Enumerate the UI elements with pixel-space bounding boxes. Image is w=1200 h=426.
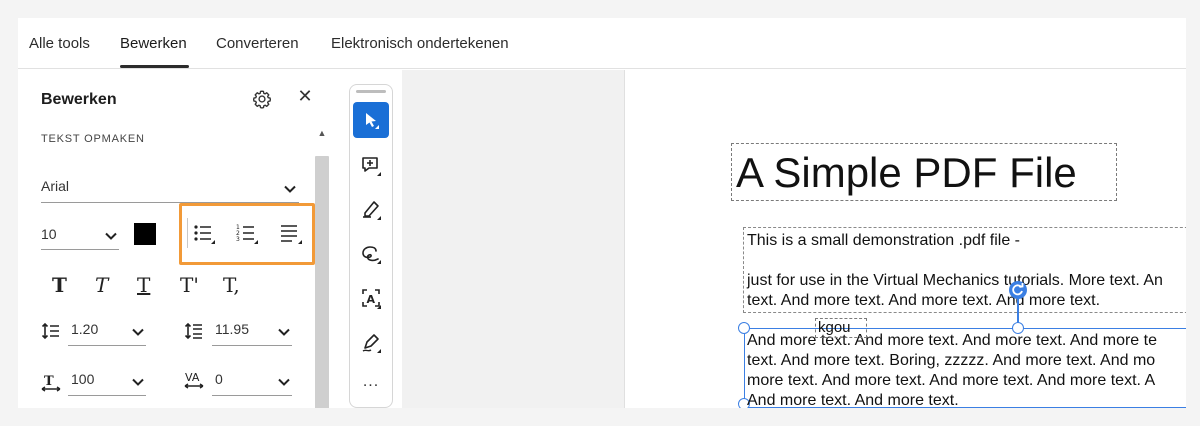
chevron-down-icon bbox=[284, 185, 296, 193]
toolbar-grip[interactable] bbox=[356, 90, 386, 93]
rotate-icon bbox=[1012, 283, 1024, 296]
horizontal-scale-icon: T bbox=[41, 374, 61, 392]
tab-bewerken[interactable]: Bewerken bbox=[120, 35, 187, 52]
list-format-group: 1 2 3 bbox=[179, 203, 315, 265]
paragraph-spacing-value: 11.95 bbox=[215, 321, 249, 337]
active-tab-indicator bbox=[120, 65, 189, 68]
more-tools-button[interactable]: ... bbox=[353, 373, 389, 393]
horizontal-scale-select[interactable]: 100 bbox=[68, 368, 146, 396]
sign-icon bbox=[362, 334, 381, 353]
tab-elektronisch-ondertekenen[interactable]: Elektronisch ondertekenen bbox=[331, 35, 509, 52]
font-size-select[interactable]: 10 bbox=[41, 222, 119, 250]
line-spacing-icon bbox=[41, 322, 59, 340]
text-line-2[interactable]: just for use in the Virtual Mechanics tu… bbox=[747, 271, 1163, 291]
chevron-down-icon bbox=[105, 232, 117, 240]
scroll-up-arrow-icon[interactable]: ▲ bbox=[317, 126, 327, 140]
highlight-pen-icon bbox=[363, 201, 381, 220]
pdf-title[interactable]: A Simple PDF File bbox=[736, 149, 1077, 197]
paragraph-spacing-select[interactable]: 11.95 bbox=[212, 318, 292, 346]
select-pointer-icon bbox=[366, 113, 379, 129]
svg-text:VA: VA bbox=[185, 371, 200, 384]
top-navigation: Alle tools Bewerken Converteren Elektron… bbox=[18, 18, 1186, 69]
character-spacing-icon: VA bbox=[184, 371, 204, 389]
svg-text:T: T bbox=[44, 374, 54, 389]
vertical-toolbar: A ... bbox=[349, 84, 393, 408]
character-spacing-value: 0 bbox=[215, 371, 223, 387]
section-label-text-format: TEKST OPMAKEN bbox=[41, 133, 145, 145]
divider bbox=[187, 218, 188, 248]
panel-title: Bewerken bbox=[41, 91, 117, 108]
text-line-3[interactable]: text. And more text. And more text. And … bbox=[747, 291, 1100, 311]
text-line-7[interactable]: And more text. And more text. bbox=[747, 391, 959, 408]
comment-tool-button[interactable] bbox=[353, 147, 389, 183]
canvas-background bbox=[402, 70, 624, 408]
svg-text:3: 3 bbox=[236, 236, 240, 243]
svg-text:A: A bbox=[367, 293, 376, 306]
inserted-text-box[interactable]: kgou bbox=[815, 318, 867, 338]
app-window: Alle tools Bewerken Converteren Elektron… bbox=[18, 18, 1186, 408]
font-family-select[interactable]: Arial bbox=[41, 175, 299, 203]
tab-converteren[interactable]: Converteren bbox=[216, 35, 299, 52]
font-family-value: Arial bbox=[41, 178, 70, 194]
tab-alle-tools[interactable]: Alle tools bbox=[29, 35, 90, 52]
rotate-handle[interactable] bbox=[1009, 281, 1027, 299]
chevron-down-icon bbox=[278, 328, 290, 336]
underline-button[interactable]: T bbox=[137, 273, 150, 297]
line-spacing-value: 1.20 bbox=[71, 321, 99, 337]
chevron-down-icon bbox=[132, 378, 144, 386]
bullet-list-icon[interactable] bbox=[193, 223, 217, 245]
pdf-page[interactable]: A Simple PDF File This is a small demons… bbox=[624, 70, 1186, 408]
numbered-list-icon[interactable]: 1 2 3 bbox=[236, 223, 260, 245]
draw-freehand-icon bbox=[362, 246, 381, 264]
chevron-down-icon bbox=[132, 328, 144, 336]
close-icon[interactable]: ✕ bbox=[296, 87, 314, 105]
text-line-5[interactable]: text. And more text. Boring, zzzzz. And … bbox=[747, 351, 1155, 371]
add-comment-icon bbox=[362, 157, 381, 176]
superscript-button[interactable]: T' bbox=[180, 273, 199, 297]
paragraph-spacing-icon bbox=[184, 322, 202, 340]
panel-scrollbar[interactable]: ▲ bbox=[315, 126, 329, 408]
character-spacing-select[interactable]: 0 bbox=[212, 368, 292, 396]
chevron-down-icon bbox=[278, 378, 290, 386]
edit-panel: Bewerken ✕ TEKST OPMAKEN ▲ Arial 10 1 2 … bbox=[18, 70, 334, 408]
scrollbar-thumb[interactable] bbox=[315, 156, 329, 408]
draw-tool-button[interactable] bbox=[353, 235, 389, 271]
title-text-box[interactable]: A Simple PDF File bbox=[731, 143, 1117, 201]
gear-icon[interactable] bbox=[251, 88, 273, 110]
highlight-tool-button[interactable] bbox=[353, 191, 389, 227]
align-left-icon[interactable] bbox=[280, 223, 304, 245]
text-color-swatch[interactable] bbox=[134, 223, 156, 245]
italic-button[interactable]: T bbox=[95, 273, 108, 297]
bold-button[interactable]: T bbox=[52, 273, 67, 297]
sign-tool-button[interactable] bbox=[353, 324, 389, 360]
horizontal-scale-value: 100 bbox=[71, 371, 95, 387]
font-size-value: 10 bbox=[41, 226, 57, 242]
text-line-6[interactable]: more text. And more text. And more text.… bbox=[747, 371, 1155, 391]
line-spacing-select[interactable]: 1.20 bbox=[68, 318, 146, 346]
text-recognition-tool-button[interactable]: A bbox=[353, 280, 389, 316]
subscript-button[interactable]: T, bbox=[223, 273, 240, 297]
text-recognition-icon: A bbox=[362, 289, 381, 309]
text-line-1[interactable]: This is a small demonstration .pdf file … bbox=[747, 231, 1020, 251]
select-tool-button[interactable] bbox=[353, 102, 389, 138]
text-line-4[interactable]: And more text. And more text. And more t… bbox=[747, 331, 1157, 351]
